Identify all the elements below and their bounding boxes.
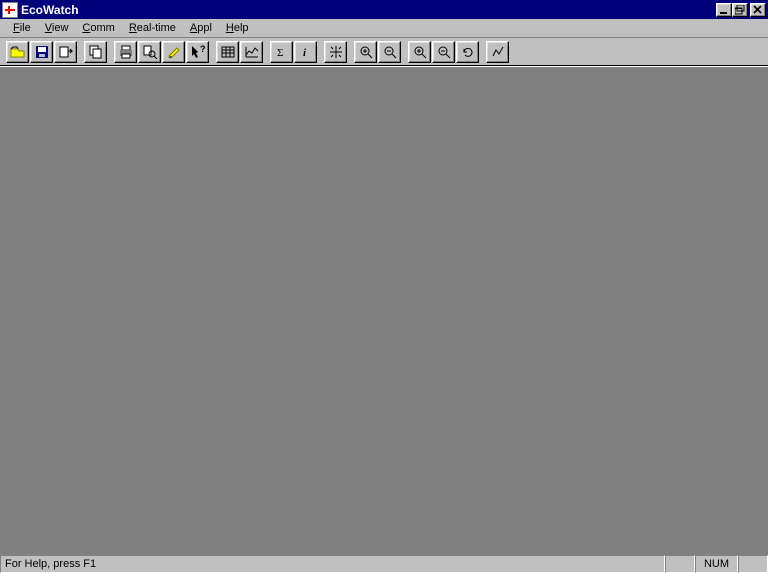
info-button[interactable]: i xyxy=(294,41,317,63)
menu-appl[interactable]: Appl xyxy=(183,20,219,36)
svg-text:i: i xyxy=(303,47,307,59)
status-bar: For Help, press F1 NUM xyxy=(0,554,768,573)
minimize-button[interactable] xyxy=(716,3,732,17)
zoom-out-2-button[interactable] xyxy=(432,41,455,63)
status-panel-1 xyxy=(665,555,695,573)
context-help-button[interactable]: ? xyxy=(186,41,209,63)
zoom-out-2-icon xyxy=(436,44,452,60)
svg-text:?: ? xyxy=(200,44,206,54)
close-button[interactable] xyxy=(750,3,766,17)
table-icon xyxy=(220,44,236,60)
menu-realtime[interactable]: Real-time xyxy=(122,20,183,36)
center-scale-icon xyxy=(328,44,344,60)
restore-button[interactable] xyxy=(732,3,748,17)
print-preview-button[interactable] xyxy=(138,41,161,63)
menu-comm[interactable]: Comm xyxy=(75,20,121,36)
trace-icon xyxy=(490,44,506,60)
zoom-in-button[interactable] xyxy=(354,41,377,63)
zoom-in-2-button[interactable] xyxy=(408,41,431,63)
stats-icon: Σ xyxy=(274,44,290,60)
highlight-button[interactable] xyxy=(162,41,185,63)
copy-icon xyxy=(88,44,104,60)
save-button[interactable] xyxy=(30,41,53,63)
print-preview-icon xyxy=(142,44,158,60)
open-icon xyxy=(10,44,26,60)
svg-text:Σ: Σ xyxy=(277,47,283,59)
zoom-out-button[interactable] xyxy=(378,41,401,63)
status-help-text: For Help, press F1 xyxy=(0,555,665,573)
workspace xyxy=(0,66,768,554)
app-icon xyxy=(2,2,18,18)
print-button[interactable] xyxy=(114,41,137,63)
zoom-in-icon xyxy=(358,44,374,60)
status-num-lock: NUM xyxy=(695,555,738,573)
title-bar: EcoWatch xyxy=(0,0,768,19)
toolbar: ? Σ i xyxy=(0,38,768,66)
save-icon xyxy=(34,44,50,60)
open-button[interactable] xyxy=(6,41,29,63)
refresh-button[interactable] xyxy=(456,41,479,63)
menu-bar: File View Comm Real-time Appl Help xyxy=(0,19,768,38)
title-text: EcoWatch xyxy=(21,3,79,17)
table-button[interactable] xyxy=(216,41,239,63)
export-button[interactable] xyxy=(54,41,77,63)
export-icon xyxy=(58,44,74,60)
graph-button[interactable] xyxy=(240,41,263,63)
refresh-icon xyxy=(460,44,476,60)
copy-button[interactable] xyxy=(84,41,107,63)
trace-button[interactable] xyxy=(486,41,509,63)
menu-view[interactable]: View xyxy=(38,20,76,36)
info-icon: i xyxy=(298,44,314,60)
graph-icon xyxy=(244,44,260,60)
center-scale-button[interactable] xyxy=(324,41,347,63)
menu-file[interactable]: File xyxy=(6,20,38,36)
stats-button[interactable]: Σ xyxy=(270,41,293,63)
status-panel-2 xyxy=(738,555,768,573)
window-controls xyxy=(716,3,766,17)
highlight-icon xyxy=(166,44,182,60)
menu-help[interactable]: Help xyxy=(219,20,256,36)
zoom-out-icon xyxy=(382,44,398,60)
context-help-icon: ? xyxy=(190,44,206,60)
zoom-in-2-icon xyxy=(412,44,428,60)
print-icon xyxy=(118,44,134,60)
